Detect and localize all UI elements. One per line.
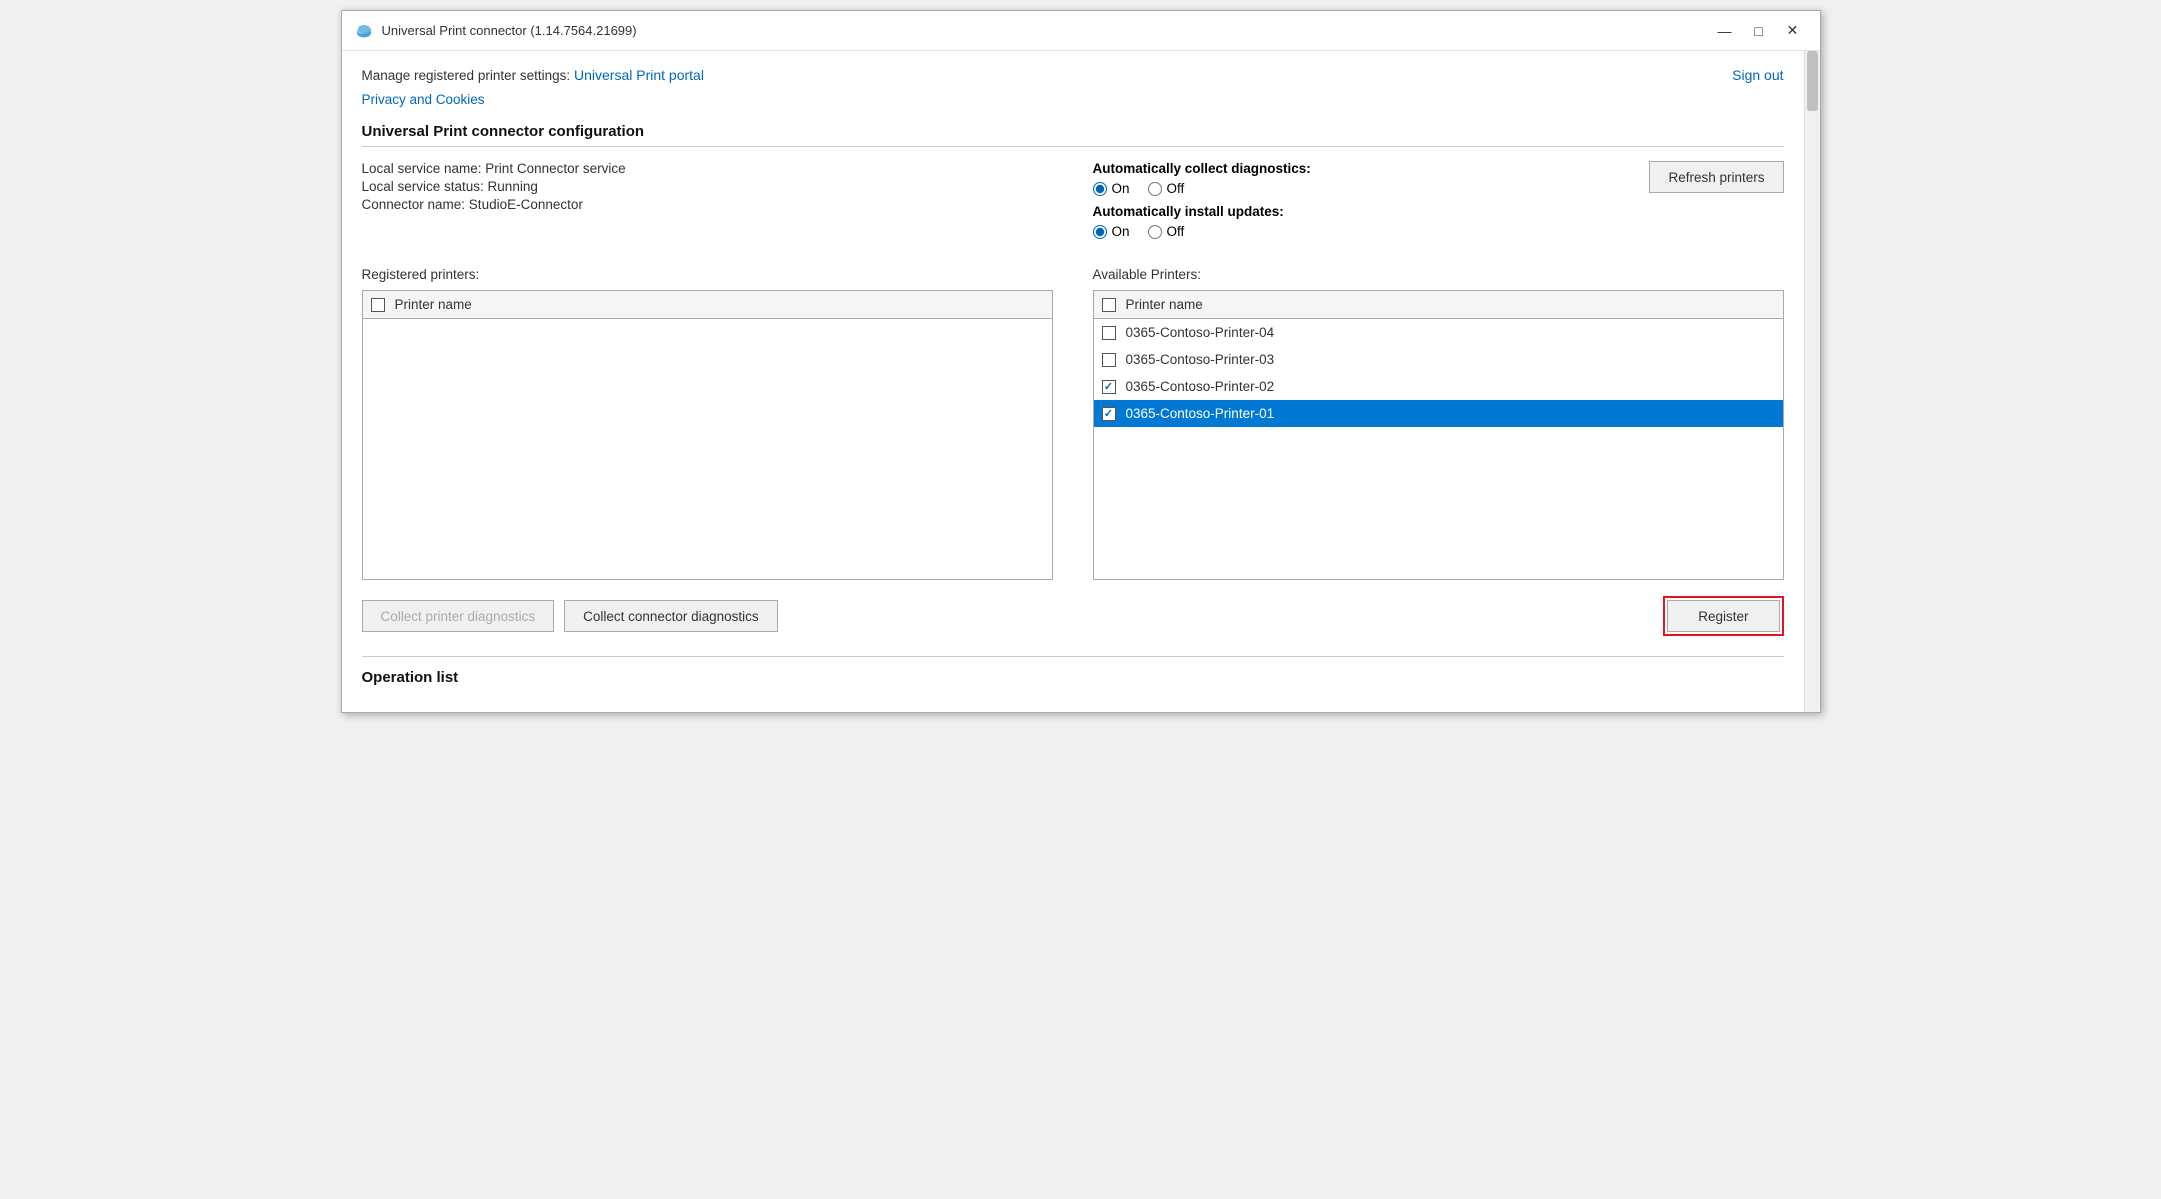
available-printers-body: 0365-Contoso-Printer-04 0365-Contoso-Prin… xyxy=(1094,319,1783,579)
portal-link[interactable]: Universal Print portal xyxy=(574,67,704,83)
config-section-title: Universal Print connector configuration xyxy=(362,123,1784,147)
registered-printers-header: Printer name xyxy=(363,291,1052,319)
updates-radio-group: On Off xyxy=(1093,224,1650,239)
registered-printers-body xyxy=(363,319,1052,579)
diagnostics-off-label: Off xyxy=(1167,181,1185,196)
buttons-row: Collect printer diagnostics Collect conn… xyxy=(362,596,1784,636)
app-icon xyxy=(354,21,374,41)
available-printer-checkbox[interactable] xyxy=(1102,380,1116,394)
available-printer-checkbox[interactable] xyxy=(1102,407,1116,421)
available-printer-name: 0365-Contoso-Printer-02 xyxy=(1126,379,1275,394)
available-printer-row[interactable]: 0365-Contoso-Printer-02 xyxy=(1094,373,1783,400)
registered-printers-panel: Registered printers: Printer name xyxy=(362,267,1053,580)
maximize-button[interactable]: □ xyxy=(1744,19,1774,43)
collect-printer-diagnostics-button[interactable]: Collect printer diagnostics xyxy=(362,600,555,632)
registered-printers-header-label: Printer name xyxy=(395,297,472,312)
config-right-top: Automatically collect diagnostics: On Of… xyxy=(1093,161,1784,247)
updates-on-label: On xyxy=(1112,224,1130,239)
config-grid: Local service name: Print Connector serv… xyxy=(362,161,1784,247)
manage-label: Manage registered printer settings: xyxy=(362,68,571,83)
collect-connector-diagnostics-button[interactable]: Collect connector diagnostics xyxy=(564,600,778,632)
available-printer-checkbox[interactable] xyxy=(1102,353,1116,367)
available-printer-row[interactable]: 0365-Contoso-Printer-01 xyxy=(1094,400,1783,427)
close-button[interactable]: ✕ xyxy=(1778,19,1808,43)
register-button-wrapper: Register xyxy=(1663,596,1783,636)
available-printers-header-label: Printer name xyxy=(1126,297,1203,312)
diagnostics-section: Automatically collect diagnostics: On Of… xyxy=(1093,161,1650,247)
updates-off-input[interactable] xyxy=(1148,225,1162,239)
available-printer-name: 0365-Contoso-Printer-04 xyxy=(1126,325,1275,340)
buttons-left: Collect printer diagnostics Collect conn… xyxy=(362,600,778,632)
available-printers-panel: Available Printers: Printer name 0365-Co… xyxy=(1093,267,1784,580)
refresh-printers-button[interactable]: Refresh printers xyxy=(1649,161,1783,193)
diagnostics-label: Automatically collect diagnostics: xyxy=(1093,161,1650,176)
main-window: Universal Print connector (1.14.7564.216… xyxy=(341,10,1821,713)
updates-off-radio[interactable]: Off xyxy=(1148,224,1185,239)
available-printer-name: 0365-Contoso-Printer-03 xyxy=(1126,352,1275,367)
available-printers-header: Printer name xyxy=(1094,291,1783,319)
registered-printers-label: Registered printers: xyxy=(362,267,1053,282)
diagnostics-on-radio[interactable]: On xyxy=(1093,181,1130,196)
diagnostics-radio-group: On Off xyxy=(1093,181,1650,196)
available-printers-label: Available Printers: xyxy=(1093,267,1784,282)
diagnostics-off-radio[interactable]: Off xyxy=(1148,181,1185,196)
scrollbar-thumb[interactable] xyxy=(1807,51,1818,111)
sign-out-link[interactable]: Sign out xyxy=(1732,67,1783,83)
top-bar: Manage registered printer settings: Univ… xyxy=(362,67,1784,83)
available-printers-table: Printer name 0365-Contoso-Printer-040365… xyxy=(1093,290,1784,580)
printers-section: Registered printers: Printer name Availa… xyxy=(362,267,1784,580)
service-name-label: Local service name: Print Connector serv… xyxy=(362,161,1053,176)
available-printer-row[interactable]: 0365-Contoso-Printer-04 xyxy=(1094,319,1783,346)
manage-text-area: Manage registered printer settings: Univ… xyxy=(362,67,704,83)
diagnostics-off-input[interactable] xyxy=(1148,182,1162,196)
available-printer-name: 0365-Contoso-Printer-01 xyxy=(1126,406,1275,421)
service-status-label: Local service status: Running xyxy=(362,179,1053,194)
available-printer-checkbox[interactable] xyxy=(1102,326,1116,340)
registered-printers-table: Printer name xyxy=(362,290,1053,580)
available-select-all-checkbox[interactable] xyxy=(1102,298,1116,312)
registered-select-all-checkbox[interactable] xyxy=(371,298,385,312)
available-printer-row[interactable]: 0365-Contoso-Printer-03 xyxy=(1094,346,1783,373)
diagnostics-on-label: On xyxy=(1112,181,1130,196)
window-title: Universal Print connector (1.14.7564.216… xyxy=(382,23,1710,38)
scrollbar-track[interactable] xyxy=(1804,51,1820,712)
register-button[interactable]: Register xyxy=(1667,600,1779,632)
config-left-panel: Local service name: Print Connector serv… xyxy=(362,161,1053,247)
updates-label: Automatically install updates: xyxy=(1093,204,1650,219)
privacy-link[interactable]: Privacy and Cookies xyxy=(362,92,485,107)
updates-on-input[interactable] xyxy=(1093,225,1107,239)
updates-on-radio[interactable]: On xyxy=(1093,224,1130,239)
content-area: Manage registered printer settings: Univ… xyxy=(342,51,1804,712)
updates-off-label: Off xyxy=(1167,224,1185,239)
operation-section: Operation list xyxy=(362,656,1784,686)
minimize-button[interactable]: — xyxy=(1710,19,1740,43)
title-bar: Universal Print connector (1.14.7564.216… xyxy=(342,11,1820,51)
connector-name-label: Connector name: StudioE-Connector xyxy=(362,197,1053,212)
config-right-panel: Automatically collect diagnostics: On Of… xyxy=(1093,161,1784,247)
diagnostics-on-input[interactable] xyxy=(1093,182,1107,196)
operation-list-title: Operation list xyxy=(362,669,1784,686)
window-controls: — □ ✕ xyxy=(1710,19,1808,43)
